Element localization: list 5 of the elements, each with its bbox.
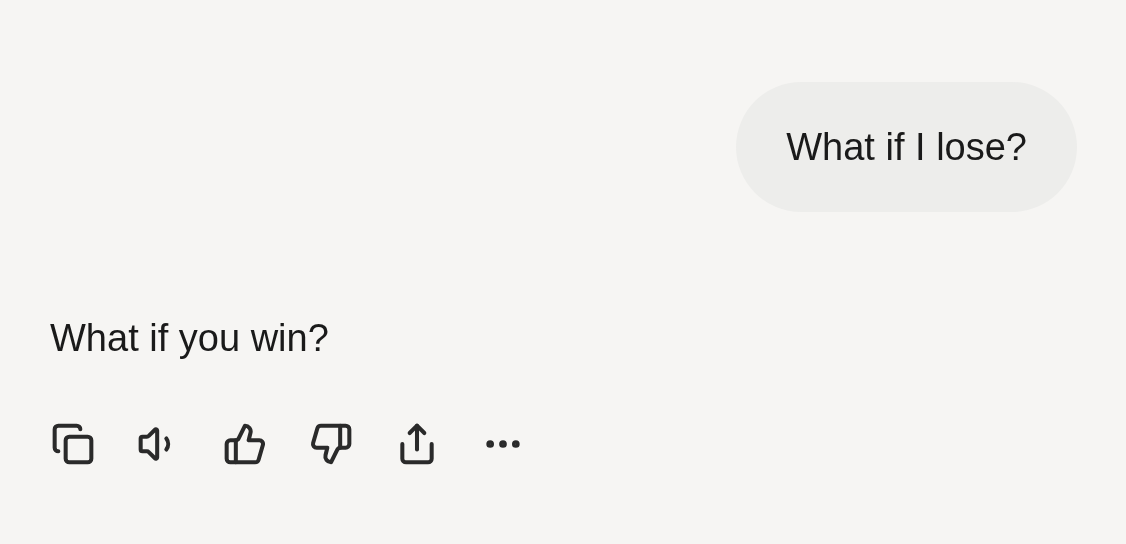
thumbs-down-icon[interactable] (309, 422, 353, 466)
copy-icon[interactable] (51, 422, 95, 466)
assistant-message: What if you win? (50, 316, 330, 360)
user-message-bubble: What if I lose? (736, 82, 1077, 212)
thumbs-up-icon[interactable] (223, 422, 267, 466)
